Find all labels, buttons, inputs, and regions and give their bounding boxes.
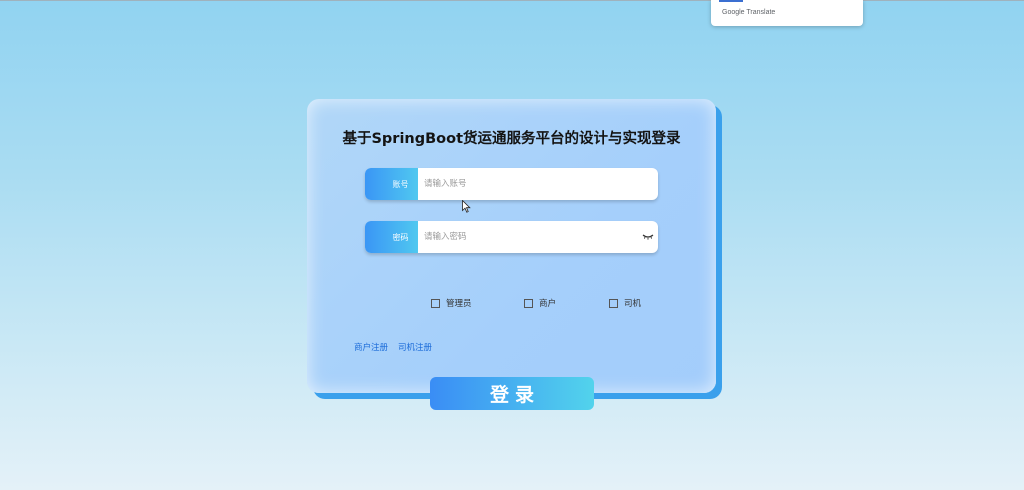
password-label: 密码 <box>365 221 418 253</box>
eye-closed-icon[interactable] <box>642 231 654 241</box>
register-links: 商户注册 司机注册 <box>354 341 432 353</box>
mouse-cursor-icon <box>462 200 471 213</box>
role-checkbox-driver[interactable] <box>609 298 618 308</box>
role-option-admin[interactable]: 管理员 <box>431 296 472 310</box>
account-label: 账号 <box>365 168 418 200</box>
translate-popup-label: Google Translate <box>722 9 776 16</box>
password-field: 密码 <box>365 221 658 253</box>
driver-register-link[interactable]: 司机注册 <box>398 341 432 353</box>
role-selector: 管理员 商户 司机 <box>307 296 716 310</box>
role-option-merchant[interactable]: 商户 <box>524 296 556 310</box>
role-option-driver[interactable]: 司机 <box>609 296 641 310</box>
window-top-border <box>0 0 1024 1</box>
role-checkbox-admin[interactable] <box>431 298 440 308</box>
role-label-merchant: 商户 <box>539 299 557 309</box>
login-card: 基于SpringBoot货运通服务平台的设计与实现登录 账号 密码 管理员 商户… <box>307 99 716 393</box>
login-title: 基于SpringBoot货运通服务平台的设计与实现登录 <box>342 131 681 147</box>
translate-popup-accent <box>719 0 743 2</box>
role-checkbox-merchant[interactable] <box>524 298 533 308</box>
account-input[interactable] <box>418 168 648 200</box>
merchant-register-link[interactable]: 商户注册 <box>354 341 388 353</box>
google-translate-popup[interactable]: Google Translate <box>711 0 863 26</box>
role-label-admin: 管理员 <box>446 299 472 309</box>
role-label-driver: 司机 <box>624 299 642 309</box>
login-button[interactable]: 登录 <box>430 377 594 410</box>
password-input[interactable] <box>418 221 648 253</box>
account-field: 账号 <box>365 168 658 200</box>
